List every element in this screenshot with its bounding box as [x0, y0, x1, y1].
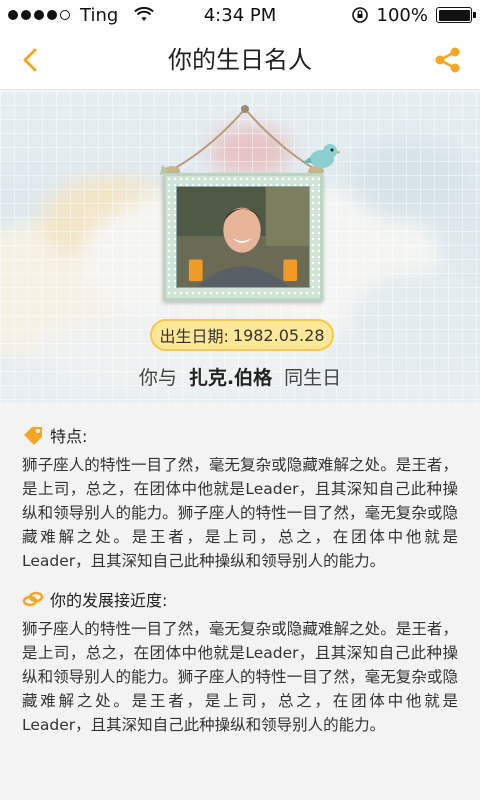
celebrity-name: 扎克.伯格: [188, 367, 273, 389]
content-area: 特点: 狮子座人的特性一目了然，毫无复杂或隐藏难解之处。是王者，是上司，总之，在…: [0, 403, 480, 800]
development-heading: 你的发展接近度:: [22, 587, 458, 611]
celebrity-photo-frame: [163, 173, 323, 301]
status-right: 100%: [351, 0, 476, 30]
traits-heading: 特点:: [22, 423, 458, 447]
same-day-prefix: 你与: [138, 367, 177, 389]
battery-percent: 100%: [376, 4, 428, 26]
same-birthday-line: 你与 扎克.伯格 同生日: [0, 363, 480, 390]
development-title: 你的发展接近度:: [50, 591, 168, 610]
traits-section: 特点: 狮子座人的特性一目了然，毫无复杂或隐藏难解之处。是王者，是上司，总之，在…: [22, 423, 458, 573]
battery-level: [438, 9, 470, 21]
birth-date-label: 出生日期:: [159, 327, 229, 346]
share-button[interactable]: [432, 44, 464, 76]
link-icon: [22, 591, 44, 607]
status-bar: Ting 4:34 PM 100%: [0, 0, 480, 30]
nav-bar: 你的生日名人: [0, 30, 480, 90]
traits-title: 特点:: [50, 427, 88, 446]
status-left: Ting: [0, 5, 170, 26]
development-text: 狮子座人的特性一目了然，毫无复杂或隐藏难解之处。是王者，是上司，总之，在团体中他…: [22, 620, 458, 734]
carrier-name: Ting: [80, 4, 119, 26]
same-day-suffix: 同生日: [284, 367, 342, 389]
development-section: 你的发展接近度: 狮子座人的特性一目了然，毫无复杂或隐藏难解之处。是王者，是上司…: [22, 587, 458, 737]
signal-strength-icon: [8, 10, 70, 20]
celebrity-photo: [176, 186, 310, 288]
tag-icon: [24, 427, 42, 445]
wifi-icon: [134, 7, 154, 21]
traits-text: 狮子座人的特性一目了然，毫无复杂或隐藏难解之处。是王者，是上司，总之，在团体中他…: [22, 456, 458, 570]
battery-icon: [436, 7, 476, 23]
orientation-lock-icon: [351, 7, 368, 23]
hero-banner: 出生日期: 1982.05.28 你与 扎克.伯格 同生日: [0, 91, 480, 403]
birth-date-value: 1982.05.28: [232, 325, 325, 345]
birth-date-badge: 出生日期: 1982.05.28: [150, 319, 334, 351]
back-button[interactable]: [14, 42, 50, 78]
page-title: 你的生日名人: [168, 46, 312, 74]
